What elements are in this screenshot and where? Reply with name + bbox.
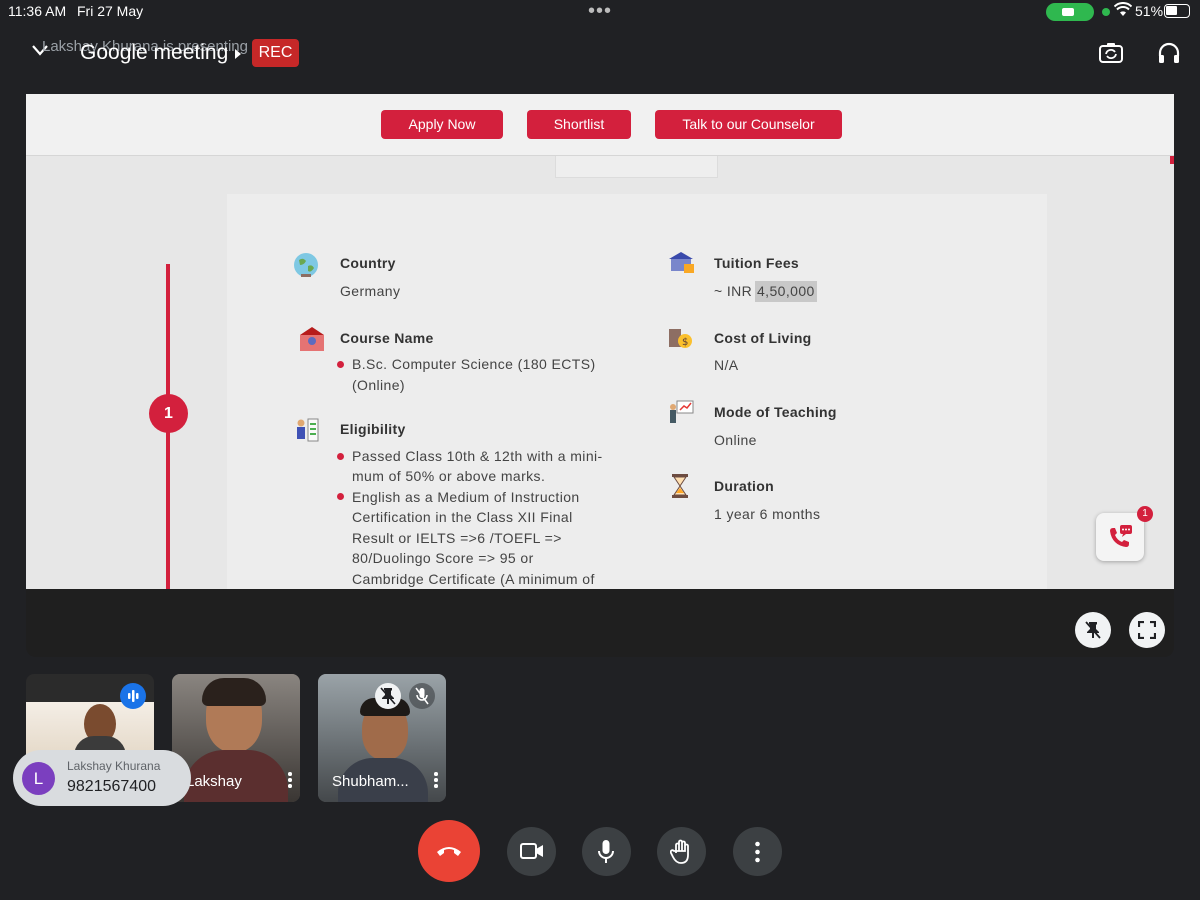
participant-tile-lakshay[interactable]: Lakshay: [172, 674, 300, 802]
end-call-icon: [437, 847, 461, 856]
course-building-icon: [300, 327, 324, 351]
status-bar: 11:36 AM Fri 27 May ••• 51%: [0, 0, 1200, 24]
camera-in-use-icon: [1046, 3, 1094, 21]
country-value: Germany: [340, 283, 401, 299]
camera-toggle-button[interactable]: [507, 827, 556, 876]
avatar: L: [22, 762, 55, 795]
scroll-marker: [1170, 156, 1174, 164]
video-camera-icon: [520, 843, 543, 859]
tuition-fees-amount: 4,50,000: [755, 281, 817, 302]
participant-name: Lakshay: [186, 773, 242, 790]
multitask-dots-icon[interactable]: •••: [588, 0, 612, 23]
meeting-top-bar: Lakshay Khurana is presenting Google mee…: [0, 28, 1200, 84]
switch-camera-icon[interactable]: [1098, 40, 1124, 66]
chat-call-button[interactable]: [1096, 513, 1144, 561]
eligibility-item1-line-1: Passed Class 10th & 12th with a mini-: [352, 448, 603, 464]
cost-of-living-value: N/A: [714, 357, 739, 373]
mode-of-teaching-label: Mode of Teaching: [714, 404, 837, 420]
more-options-icon[interactable]: [288, 772, 292, 788]
unpin-button[interactable]: [1075, 612, 1111, 648]
svg-text:$: $: [682, 337, 688, 348]
globe-icon: [294, 253, 318, 277]
eligibility-item2-line-1: English as a Medium of Instruction: [352, 489, 580, 505]
more-vert-icon: [755, 841, 760, 863]
status-date: Fri 27 May: [77, 3, 144, 19]
unpin-icon: [1085, 621, 1101, 639]
course-info-card: [227, 194, 1047, 589]
cost-of-living-label: Cost of Living: [714, 330, 812, 346]
eligibility-label: Eligibility: [340, 421, 406, 437]
duration-label: Duration: [714, 478, 774, 494]
notification-badge: 1: [1137, 506, 1153, 522]
raise-hand-button[interactable]: [657, 827, 706, 876]
course-name-line-2: (Online): [352, 377, 405, 393]
mic-off-icon: [409, 683, 435, 709]
microphone-icon: [598, 840, 614, 863]
bullet: [337, 453, 344, 460]
apply-now-button[interactable]: Apply Now: [381, 110, 503, 139]
shared-slide: Apply Now Shortlist Talk to our Counselo…: [26, 94, 1174, 589]
tuition-fees-label: Tuition Fees: [714, 255, 800, 271]
unpin-icon[interactable]: [375, 683, 401, 709]
recording-badge: REC: [252, 39, 299, 67]
more-options-button[interactable]: [733, 827, 782, 876]
microphone-toggle-button[interactable]: [582, 827, 631, 876]
audio-output-headphones-icon[interactable]: [1156, 40, 1182, 66]
privacy-indicator-icon: [1102, 8, 1110, 16]
bullet: [337, 361, 344, 368]
battery-percent: 51%: [1135, 3, 1164, 19]
eligibility-checklist-icon: [297, 418, 319, 442]
status-time: 11:36 AM: [8, 3, 67, 19]
cost-of-living-icon: $: [669, 329, 692, 348]
hourglass-icon: [672, 474, 688, 498]
eligibility-item2-line-4: 80/Duolingo Score => 95 or: [352, 550, 534, 566]
end-call-button[interactable]: [418, 820, 480, 882]
title-arrow-icon[interactable]: [235, 49, 241, 59]
eligibility-item2-line-3: Result or IELTS =>6 /TOEFL =>: [352, 530, 562, 546]
eligibility-item1-line-2: mum of 50% or above marks.: [352, 468, 546, 484]
shortlist-button[interactable]: Shortlist: [527, 110, 631, 139]
presentation-stage: Apply Now Shortlist Talk to our Counselo…: [26, 94, 1174, 657]
eligibility-item2-line-5: Cambridge Certificate (A minimum of: [352, 571, 595, 587]
raise-hand-icon: [670, 839, 689, 864]
duration-value: 1 year 6 months: [714, 506, 821, 522]
course-name-label: Course Name: [340, 330, 434, 346]
timeline-step-number: 1: [149, 394, 188, 433]
bullet: [337, 493, 344, 500]
fullscreen-button[interactable]: [1129, 612, 1165, 648]
caller-number: 9821567400: [67, 778, 156, 795]
speaking-indicator-icon: [120, 683, 146, 709]
talk-to-counselor-button[interactable]: Talk to our Counselor: [655, 110, 842, 139]
battery-icon: [1164, 4, 1190, 18]
more-options-icon[interactable]: [434, 772, 438, 788]
tuition-fees-prefix: ~ INR: [714, 283, 753, 299]
mode-of-teaching-value: Online: [714, 432, 757, 448]
fullscreen-icon: [1138, 621, 1156, 639]
slide-action-bar: Apply Now Shortlist Talk to our Counselo…: [26, 94, 1174, 156]
caller-id-toast[interactable]: L Lakshay Khurana 9821567400: [13, 750, 191, 806]
participant-name: Shubham...: [332, 773, 409, 790]
wifi-icon: [1113, 2, 1133, 21]
meeting-title[interactable]: Google meeting: [80, 41, 228, 65]
caller-name: Lakshay Khurana: [67, 759, 161, 773]
phone-chat-icon: [1110, 525, 1132, 547]
participant-tile-shubham[interactable]: Shubham...: [318, 674, 446, 802]
slide-tab: [555, 156, 718, 178]
teaching-presenter-icon: [670, 400, 694, 423]
country-label: Country: [340, 255, 396, 271]
eligibility-item2-line-2: Certification in the Class XII Final: [352, 509, 573, 525]
course-name-line-1: B.Sc. Computer Science (180 ECTS): [352, 356, 596, 372]
tuition-fees-icon: [669, 252, 694, 273]
